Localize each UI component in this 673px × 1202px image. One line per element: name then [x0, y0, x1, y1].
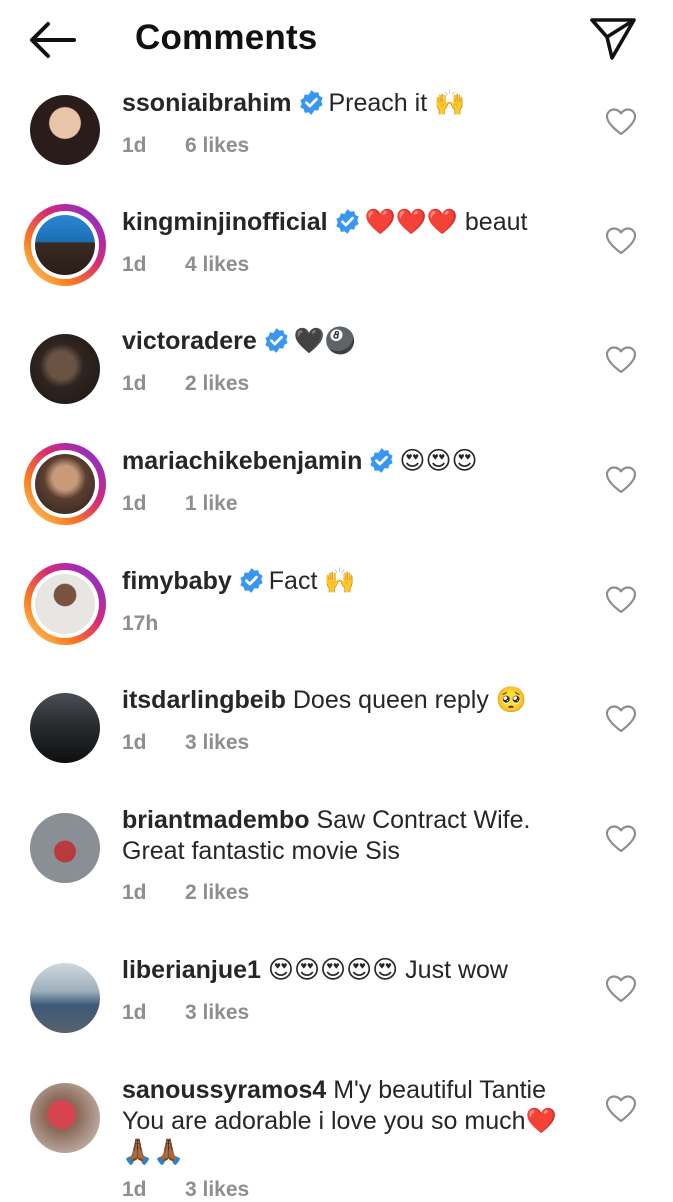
- avatar-image: [30, 963, 100, 1033]
- comment-message: Does queen reply 🥺: [292, 686, 527, 714]
- comment-time: 1d: [122, 372, 147, 395]
- verified-badge-icon: [265, 328, 288, 353]
- comment-username[interactable]: victoradere: [122, 327, 257, 355]
- comment-likes[interactable]: 4 likes: [185, 253, 249, 277]
- comment-username[interactable]: sanoussyramos4: [122, 1076, 326, 1104]
- comment-text: sanoussyramos4 M'y beautiful Tantie You …: [122, 1075, 577, 1168]
- comment-text: itsdarlingbeib Does queen reply 🥺: [122, 685, 592, 716]
- verified-badge-icon: [335, 209, 359, 234]
- avatar-image: [30, 334, 100, 404]
- verified-badge-icon: [299, 90, 323, 115]
- comment-text: kingminjinofficial ❤️❤️❤️ beaut: [122, 207, 592, 238]
- comment-text: mariachikebenjamin 😍😍😍: [122, 446, 592, 477]
- comment-username[interactable]: fimybaby: [122, 567, 232, 595]
- like-heart-icon[interactable]: [606, 1095, 636, 1123]
- comment-time: 1d: [122, 253, 147, 276]
- comment-username[interactable]: kingminjinofficial: [122, 208, 328, 236]
- comment-likes[interactable]: 3 likes: [185, 731, 249, 755]
- like-heart-icon[interactable]: [606, 825, 636, 853]
- comment-message: Preach it 🙌: [328, 89, 466, 117]
- comment-likes[interactable]: 3 likes: [185, 1001, 249, 1025]
- comment-likes[interactable]: 3 likes: [185, 1178, 249, 1202]
- avatar-image: [30, 1083, 100, 1153]
- comment-meta: 1d 1 like: [122, 492, 238, 516]
- avatar[interactable]: [24, 957, 106, 1039]
- comment-meta: 1d 3 likes: [122, 1001, 249, 1025]
- avatar-image: [35, 215, 95, 275]
- comment-meta: 1d 3 likes: [122, 731, 249, 755]
- avatar-story-ring[interactable]: [24, 563, 106, 645]
- comment-message: 😍😍😍😍😍 Just wow: [267, 956, 508, 984]
- comment-text: liberianjue1 😍😍😍😍😍 Just wow: [122, 955, 592, 986]
- avatar[interactable]: [24, 328, 106, 410]
- like-heart-icon[interactable]: [606, 975, 636, 1003]
- comment-text: victoradere 🖤🎱: [122, 326, 592, 357]
- comment-username[interactable]: itsdarlingbeib: [122, 686, 286, 714]
- comment-meta: 1d 6 likes: [122, 134, 249, 158]
- comment-username[interactable]: ssoniaibrahim: [122, 89, 292, 117]
- verified-badge-icon: [240, 568, 263, 593]
- comment-message: 🖤🎱: [293, 327, 357, 355]
- comment-likes[interactable]: 1 like: [185, 492, 238, 516]
- comment-username[interactable]: liberianjue1: [122, 956, 261, 984]
- avatar-image: [30, 813, 100, 883]
- like-heart-icon[interactable]: [606, 227, 636, 255]
- avatar[interactable]: [24, 687, 106, 769]
- comment-message: Fact 🙌: [268, 567, 356, 595]
- avatar-image: [30, 95, 100, 165]
- comment-message: 😍😍😍: [399, 447, 478, 475]
- like-heart-icon[interactable]: [606, 108, 636, 136]
- avatar-image: [30, 693, 100, 763]
- comment-time: 1d: [122, 134, 147, 157]
- comment-meta: 1d 4 likes: [122, 253, 249, 277]
- avatar-ring-gap: [31, 570, 99, 638]
- comment-time: 1d: [122, 1001, 147, 1024]
- back-arrow-icon[interactable]: [26, 20, 78, 60]
- comment-meta: 17h: [122, 612, 185, 636]
- comment-time: 1d: [122, 492, 147, 515]
- comment-message: ❤️❤️❤️ beaut: [364, 208, 528, 236]
- like-heart-icon[interactable]: [606, 586, 636, 614]
- like-heart-icon[interactable]: [606, 466, 636, 494]
- comment-meta: 1d 2 likes: [122, 372, 249, 396]
- comment-likes[interactable]: 2 likes: [185, 372, 249, 396]
- like-heart-icon[interactable]: [606, 705, 636, 733]
- avatar-ring-gap: [31, 211, 99, 279]
- comment-time: 1d: [122, 881, 147, 904]
- comment-time: 1d: [122, 731, 147, 754]
- avatar[interactable]: [24, 807, 106, 889]
- comment-likes[interactable]: 2 likes: [185, 881, 249, 905]
- comment-text: ssoniaibrahim Preach it 🙌: [122, 88, 592, 119]
- comment-text: fimybaby Fact 🙌: [122, 566, 592, 597]
- avatar-story-ring[interactable]: [24, 204, 106, 286]
- comment-text: briantmadembo Saw Contract Wife. Great f…: [122, 805, 572, 867]
- avatar[interactable]: [24, 1077, 106, 1159]
- verified-badge-icon: [370, 448, 394, 473]
- comment-meta: 1d 3 likes: [122, 1178, 249, 1202]
- send-icon[interactable]: [588, 16, 638, 62]
- comment-username[interactable]: mariachikebenjamin: [122, 447, 362, 475]
- header: Comments: [0, 0, 673, 80]
- comment-time: 17h: [122, 612, 159, 635]
- comment-username[interactable]: briantmadembo: [122, 806, 310, 834]
- avatar-ring-gap: [31, 450, 99, 518]
- avatar-image: [35, 454, 95, 514]
- avatar-story-ring[interactable]: [24, 443, 106, 525]
- avatar[interactable]: [24, 89, 106, 171]
- comment-meta: 1d 2 likes: [122, 881, 249, 905]
- comment-likes[interactable]: 6 likes: [185, 134, 249, 158]
- comment-time: 1d: [122, 1178, 147, 1201]
- like-heart-icon[interactable]: [606, 346, 636, 374]
- page-title: Comments: [135, 18, 318, 57]
- avatar-image: [35, 574, 95, 634]
